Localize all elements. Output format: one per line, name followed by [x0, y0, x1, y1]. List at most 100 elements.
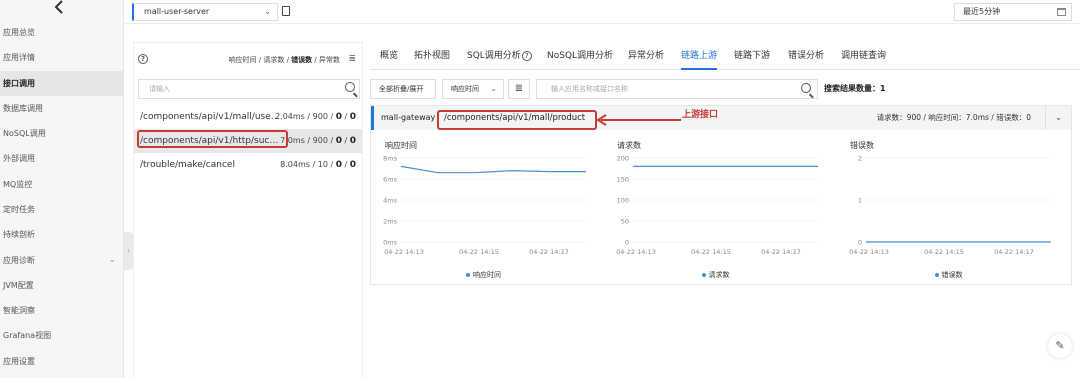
- list-item-path: /components/api/v1/mall/user_info: [140, 112, 280, 122]
- upstream-card-header[interactable]: mall-gateway /components/api/v1/mall/pro…: [371, 106, 1071, 130]
- nav-item-interface-calls[interactable]: 接口调用: [0, 71, 124, 96]
- upstream-card: mall-gateway /components/api/v1/mall/pro…: [370, 105, 1072, 285]
- tab-label: 异常分析: [628, 51, 665, 61]
- tab-label: SQL调用分析: [467, 51, 521, 61]
- chevron-down-icon: ⌄: [264, 7, 271, 16]
- list-item[interactable]: /components/api/v1/mall/user_info 2.04ms…: [134, 105, 362, 129]
- list-item-metrics: 2.04ms / 900 / 0 / 0: [275, 112, 356, 122]
- app-selector-value: mall-user-server: [144, 7, 210, 16]
- list-item-metrics: 8.04ms / 10 / 0 / 0: [280, 160, 356, 170]
- tab-downstream[interactable]: 链路下游: [734, 42, 770, 70]
- sort-select[interactable]: 响应时间 ⌄: [442, 79, 504, 99]
- tab-trace-query[interactable]: 调用链查询: [841, 42, 886, 70]
- list-item-metrics: 7.0ms / 900 / 0 / 0: [280, 136, 356, 146]
- nav-collapse-handle[interactable]: ‹: [124, 232, 133, 270]
- tab-label: 链路下游: [734, 51, 771, 61]
- list-item-rt-req: 7.0ms / 900 /: [280, 136, 336, 145]
- x-tick-label: 04-22 14:17: [994, 248, 1034, 256]
- nav-item-smart-insights[interactable]: 智能洞察: [0, 298, 124, 323]
- chevron-down-icon: ⌄: [108, 255, 116, 265]
- chart-legend[interactable]: 错误数: [836, 270, 1061, 280]
- chart-legend[interactable]: 请求数: [603, 270, 828, 280]
- copy-icon[interactable]: [282, 6, 290, 16]
- chart-response-time: 响应时间 8ms 6ms 4ms 2ms 0ms 04-22 14:13 04-22 14:…: [371, 136, 596, 282]
- nav-item-grafana-view[interactable]: Grafana视图: [0, 323, 124, 348]
- legend-label: 错误数: [941, 271, 963, 279]
- sort-icon[interactable]: ≣: [348, 54, 356, 64]
- annotation-label: 上游接口: [682, 110, 719, 120]
- list-item-errors: 0: [335, 136, 342, 146]
- main-panel: 概览 拓扑视图 SQL调用分析? NoSQL调用分析 异常分析 链路上游 链路下…: [370, 42, 1080, 378]
- list-item-exceptions: 0: [349, 112, 356, 122]
- expand-chevron-icon[interactable]: ⌄: [1045, 106, 1071, 130]
- time-range-picker[interactable]: 最近5分钟: [954, 3, 1072, 21]
- nav-item-label: NoSQL调用: [3, 129, 46, 138]
- series-line: [400, 165, 586, 174]
- nav-item-label: 定时任务: [3, 205, 35, 214]
- y-tick-label: 4ms: [383, 197, 397, 205]
- y-tick-label: 2ms: [383, 218, 397, 226]
- sort-order-label[interactable]: 响应时间 / 请求数 / 错误数 / 异常数: [229, 55, 340, 65]
- sort-icon: ≣: [514, 83, 524, 94]
- app-selector[interactable]: mall-user-server ⌄: [132, 3, 278, 21]
- nav-item-app-details[interactable]: 应用详情: [0, 45, 124, 70]
- back-chevron-icon[interactable]: [52, 0, 68, 14]
- sort-select-value: 响应时间: [451, 85, 479, 93]
- list-item-rt-req: 2.04ms / 900 /: [275, 112, 336, 121]
- tab-nosql-analysis[interactable]: NoSQL调用分析: [547, 42, 613, 70]
- x-tick-label: 04-22 14:15: [459, 248, 499, 256]
- nav-item-jvm-config[interactable]: JVM配置: [0, 273, 124, 298]
- list-header: ? 响应时间 / 请求数 / 错误数 / 异常数 ≣: [134, 43, 362, 75]
- list-item-selected[interactable]: /components/api/v1/http/success 7.0ms / …: [134, 129, 362, 153]
- tab-topology[interactable]: 拓扑视图: [414, 42, 450, 70]
- tab-sql-analysis[interactable]: SQL调用分析?: [467, 42, 532, 70]
- list-item-path: /trouble/make/cancel: [140, 160, 235, 170]
- legend-marker: [466, 273, 470, 277]
- help-icon[interactable]: ?: [138, 54, 148, 64]
- nav-item-label: 应用总览: [3, 28, 35, 37]
- nav-item-label: 接口调用: [3, 79, 35, 88]
- tab-overview[interactable]: 概览: [380, 42, 398, 70]
- chart-legend[interactable]: 响应时间: [371, 270, 596, 280]
- tab-error-analysis[interactable]: 错误分析: [788, 42, 824, 70]
- x-tick-label: 04-22 14:17: [761, 248, 801, 256]
- nav-item-label: MQ监控: [3, 180, 33, 189]
- y-tick-label: 0: [625, 239, 629, 247]
- nav-item-label: 应用详情: [3, 53, 35, 62]
- help-icon[interactable]: ?: [521, 50, 532, 61]
- nav-item-label: 外部调用: [3, 154, 35, 163]
- list-item-errors: 0: [335, 160, 342, 170]
- nav-item-continuous-profiling[interactable]: 持续剖析: [0, 222, 124, 247]
- nav-item-nosql-calls[interactable]: NoSQL调用: [0, 121, 124, 146]
- y-tick-label: 6ms: [383, 176, 397, 184]
- chart-title: 响应时间: [385, 141, 417, 150]
- toolbar: 全部折叠/展开 响应时间 ⌄ ≣ 输入应用名称或接口名称 搜索结果数量：1: [370, 79, 1080, 99]
- sort-direction-button[interactable]: ≣: [508, 79, 530, 99]
- tab-label: 错误分析: [788, 51, 825, 61]
- list-item-exceptions: 0: [349, 136, 356, 146]
- legend-marker: [701, 273, 706, 277]
- y-tick-label: 200: [617, 155, 629, 163]
- nav-item-mq-monitor[interactable]: MQ监控: [0, 172, 124, 197]
- chart-request-count: 请求数 200 150 100 50 0 04-22 14:13 04-22 14:15 04…: [603, 136, 828, 282]
- list-item[interactable]: /trouble/make/cancel 8.04ms / 10 / 0 / 0: [134, 153, 362, 177]
- list-search-input[interactable]: 请输入: [138, 79, 360, 99]
- upstream-search-input[interactable]: 输入应用名称或接口名称: [536, 79, 818, 99]
- nav-item-db-calls[interactable]: 数据库调用: [0, 96, 124, 121]
- nav-item-scheduled-tasks[interactable]: 定时任务: [0, 197, 124, 222]
- sort-label-suffix: / 异常数: [312, 56, 340, 64]
- legend-marker: [934, 273, 939, 277]
- search-icon[interactable]: [345, 82, 355, 92]
- nav-item-app-settings[interactable]: 应用设置: [0, 349, 124, 374]
- nav-item-external-calls[interactable]: 外部调用: [0, 146, 124, 171]
- list-item-path: /components/api/v1/http/success: [140, 136, 280, 146]
- nav-item-app-diagnosis[interactable]: 应用诊断 ⌄: [0, 248, 124, 273]
- nav-item-app-overview[interactable]: 应用总览: [0, 20, 124, 45]
- upstream-stats: 请求数：900 / 响应时间：7.0ms / 错误数：0: [876, 113, 1031, 122]
- tab-exception-analysis[interactable]: 异常分析: [628, 42, 664, 70]
- x-tick-label: 04-22 14:15: [924, 248, 964, 256]
- tab-upstream[interactable]: 链路上游: [681, 42, 718, 70]
- edit-icon[interactable]: ✎: [1048, 334, 1072, 358]
- collapse-expand-all-button[interactable]: 全部折叠/展开: [370, 79, 436, 99]
- search-icon[interactable]: [801, 83, 811, 93]
